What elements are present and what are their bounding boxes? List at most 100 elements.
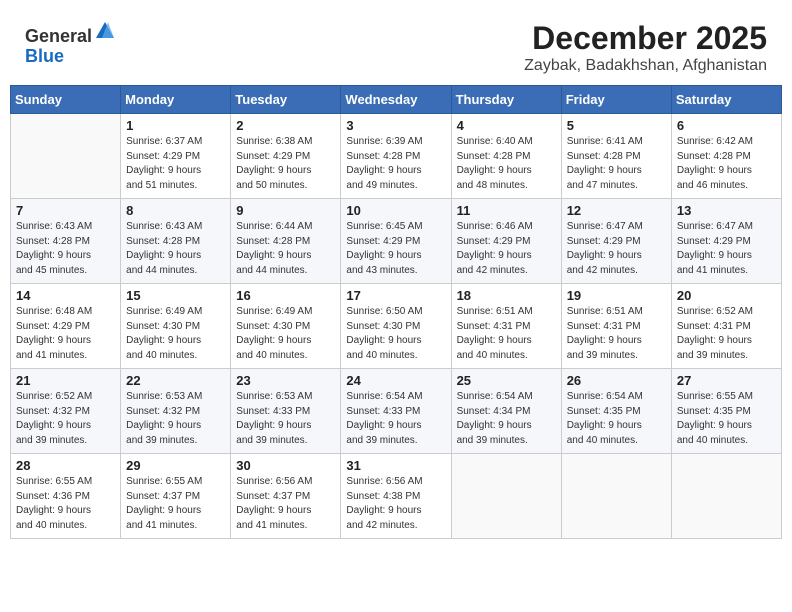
calendar-cell: 22 Sunrise: 6:53 AMSunset: 4:32 PMDaylig…: [121, 369, 231, 454]
day-number: 29: [126, 458, 225, 473]
day-info: Sunrise: 6:55 AMSunset: 4:36 PMDaylight:…: [16, 475, 115, 533]
day-number: 14: [16, 288, 115, 303]
week-row-2: 7 Sunrise: 6:43 AMSunset: 4:28 PMDayligh…: [11, 199, 782, 284]
day-info: Sunrise: 6:39 AMSunset: 4:28 PMDaylight:…: [346, 135, 445, 193]
day-info: Sunrise: 6:47 AMSunset: 4:29 PMDaylight:…: [567, 220, 666, 278]
day-number: 9: [236, 203, 335, 218]
calendar-cell: 15 Sunrise: 6:49 AMSunset: 4:30 PMDaylig…: [121, 284, 231, 369]
day-number: 16: [236, 288, 335, 303]
day-number: 25: [457, 373, 556, 388]
week-row-3: 14 Sunrise: 6:48 AMSunset: 4:29 PMDaylig…: [11, 284, 782, 369]
calendar-cell: [561, 454, 671, 539]
calendar-header-monday: Monday: [121, 86, 231, 114]
logo-icon: [94, 20, 116, 42]
logo: General Blue: [25, 20, 116, 67]
day-number: 7: [16, 203, 115, 218]
day-number: 4: [457, 118, 556, 133]
calendar-header-friday: Friday: [561, 86, 671, 114]
day-number: 15: [126, 288, 225, 303]
day-number: 3: [346, 118, 445, 133]
calendar-header-thursday: Thursday: [451, 86, 561, 114]
calendar-cell: 11 Sunrise: 6:46 AMSunset: 4:29 PMDaylig…: [451, 199, 561, 284]
calendar-cell: 8 Sunrise: 6:43 AMSunset: 4:28 PMDayligh…: [121, 199, 231, 284]
calendar-cell: 27 Sunrise: 6:55 AMSunset: 4:35 PMDaylig…: [671, 369, 781, 454]
calendar-cell: 23 Sunrise: 6:53 AMSunset: 4:33 PMDaylig…: [231, 369, 341, 454]
calendar-cell: 18 Sunrise: 6:51 AMSunset: 4:31 PMDaylig…: [451, 284, 561, 369]
day-info: Sunrise: 6:43 AMSunset: 4:28 PMDaylight:…: [16, 220, 115, 278]
day-number: 5: [567, 118, 666, 133]
calendar-cell: 25 Sunrise: 6:54 AMSunset: 4:34 PMDaylig…: [451, 369, 561, 454]
page-header: General Blue December 2025 Zaybak, Badak…: [10, 10, 782, 80]
day-info: Sunrise: 6:40 AMSunset: 4:28 PMDaylight:…: [457, 135, 556, 193]
calendar-cell: 9 Sunrise: 6:44 AMSunset: 4:28 PMDayligh…: [231, 199, 341, 284]
calendar-header-tuesday: Tuesday: [231, 86, 341, 114]
day-info: Sunrise: 6:48 AMSunset: 4:29 PMDaylight:…: [16, 305, 115, 363]
calendar-cell: 1 Sunrise: 6:37 AMSunset: 4:29 PMDayligh…: [121, 114, 231, 199]
day-info: Sunrise: 6:41 AMSunset: 4:28 PMDaylight:…: [567, 135, 666, 193]
calendar-cell: 28 Sunrise: 6:55 AMSunset: 4:36 PMDaylig…: [11, 454, 121, 539]
calendar-cell: 2 Sunrise: 6:38 AMSunset: 4:29 PMDayligh…: [231, 114, 341, 199]
day-number: 18: [457, 288, 556, 303]
day-info: Sunrise: 6:53 AMSunset: 4:33 PMDaylight:…: [236, 390, 335, 448]
day-info: Sunrise: 6:43 AMSunset: 4:28 PMDaylight:…: [126, 220, 225, 278]
week-row-1: 1 Sunrise: 6:37 AMSunset: 4:29 PMDayligh…: [11, 114, 782, 199]
day-info: Sunrise: 6:49 AMSunset: 4:30 PMDaylight:…: [236, 305, 335, 363]
day-info: Sunrise: 6:38 AMSunset: 4:29 PMDaylight:…: [236, 135, 335, 193]
calendar-cell: 19 Sunrise: 6:51 AMSunset: 4:31 PMDaylig…: [561, 284, 671, 369]
week-row-5: 28 Sunrise: 6:55 AMSunset: 4:36 PMDaylig…: [11, 454, 782, 539]
day-info: Sunrise: 6:52 AMSunset: 4:31 PMDaylight:…: [677, 305, 776, 363]
day-number: 8: [126, 203, 225, 218]
day-number: 13: [677, 203, 776, 218]
day-info: Sunrise: 6:55 AMSunset: 4:35 PMDaylight:…: [677, 390, 776, 448]
calendar-cell: 13 Sunrise: 6:47 AMSunset: 4:29 PMDaylig…: [671, 199, 781, 284]
day-number: 6: [677, 118, 776, 133]
calendar-table: SundayMondayTuesdayWednesdayThursdayFrid…: [10, 85, 782, 539]
calendar-cell: 20 Sunrise: 6:52 AMSunset: 4:31 PMDaylig…: [671, 284, 781, 369]
calendar-cell: 29 Sunrise: 6:55 AMSunset: 4:37 PMDaylig…: [121, 454, 231, 539]
calendar-header-sunday: Sunday: [11, 86, 121, 114]
calendar-cell: 6 Sunrise: 6:42 AMSunset: 4:28 PMDayligh…: [671, 114, 781, 199]
day-number: 10: [346, 203, 445, 218]
day-number: 26: [567, 373, 666, 388]
day-number: 23: [236, 373, 335, 388]
day-info: Sunrise: 6:51 AMSunset: 4:31 PMDaylight:…: [567, 305, 666, 363]
calendar-cell: 16 Sunrise: 6:49 AMSunset: 4:30 PMDaylig…: [231, 284, 341, 369]
day-info: Sunrise: 6:49 AMSunset: 4:30 PMDaylight:…: [126, 305, 225, 363]
calendar-cell: [11, 114, 121, 199]
calendar-cell: [451, 454, 561, 539]
day-number: 21: [16, 373, 115, 388]
page-title: December 2025: [524, 20, 767, 57]
day-number: 27: [677, 373, 776, 388]
day-number: 22: [126, 373, 225, 388]
calendar-cell: 3 Sunrise: 6:39 AMSunset: 4:28 PMDayligh…: [341, 114, 451, 199]
calendar-cell: 17 Sunrise: 6:50 AMSunset: 4:30 PMDaylig…: [341, 284, 451, 369]
calendar-cell: 31 Sunrise: 6:56 AMSunset: 4:38 PMDaylig…: [341, 454, 451, 539]
day-info: Sunrise: 6:47 AMSunset: 4:29 PMDaylight:…: [677, 220, 776, 278]
logo-blue: Blue: [25, 46, 64, 66]
calendar-cell: 21 Sunrise: 6:52 AMSunset: 4:32 PMDaylig…: [11, 369, 121, 454]
day-info: Sunrise: 6:54 AMSunset: 4:34 PMDaylight:…: [457, 390, 556, 448]
day-number: 28: [16, 458, 115, 473]
calendar-cell: 26 Sunrise: 6:54 AMSunset: 4:35 PMDaylig…: [561, 369, 671, 454]
day-info: Sunrise: 6:54 AMSunset: 4:35 PMDaylight:…: [567, 390, 666, 448]
calendar-cell: 14 Sunrise: 6:48 AMSunset: 4:29 PMDaylig…: [11, 284, 121, 369]
calendar-header-saturday: Saturday: [671, 86, 781, 114]
day-number: 1: [126, 118, 225, 133]
day-number: 17: [346, 288, 445, 303]
day-info: Sunrise: 6:54 AMSunset: 4:33 PMDaylight:…: [346, 390, 445, 448]
day-info: Sunrise: 6:37 AMSunset: 4:29 PMDaylight:…: [126, 135, 225, 193]
page-subtitle: Zaybak, Badakhshan, Afghanistan: [524, 57, 767, 75]
day-info: Sunrise: 6:50 AMSunset: 4:30 PMDaylight:…: [346, 305, 445, 363]
calendar-cell: 30 Sunrise: 6:56 AMSunset: 4:37 PMDaylig…: [231, 454, 341, 539]
day-info: Sunrise: 6:44 AMSunset: 4:28 PMDaylight:…: [236, 220, 335, 278]
day-number: 24: [346, 373, 445, 388]
day-info: Sunrise: 6:46 AMSunset: 4:29 PMDaylight:…: [457, 220, 556, 278]
day-info: Sunrise: 6:42 AMSunset: 4:28 PMDaylight:…: [677, 135, 776, 193]
day-number: 12: [567, 203, 666, 218]
week-row-4: 21 Sunrise: 6:52 AMSunset: 4:32 PMDaylig…: [11, 369, 782, 454]
calendar-cell: 12 Sunrise: 6:47 AMSunset: 4:29 PMDaylig…: [561, 199, 671, 284]
day-info: Sunrise: 6:45 AMSunset: 4:29 PMDaylight:…: [346, 220, 445, 278]
day-info: Sunrise: 6:55 AMSunset: 4:37 PMDaylight:…: [126, 475, 225, 533]
calendar-cell: [671, 454, 781, 539]
day-number: 2: [236, 118, 335, 133]
